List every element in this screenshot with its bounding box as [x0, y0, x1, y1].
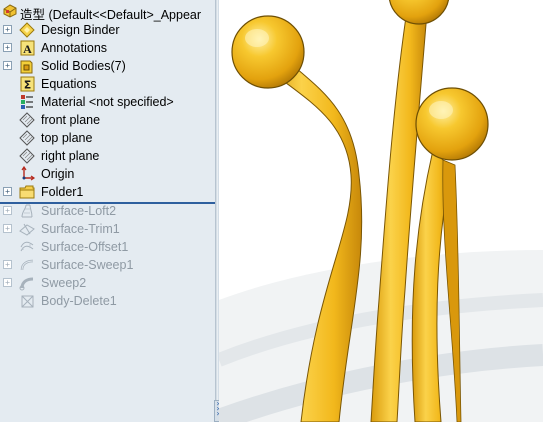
tree-item-sweep2[interactable]: + Sweep2 — [0, 274, 215, 292]
tree-item-surface-trim1[interactable]: + Surface-Trim1 — [0, 220, 215, 238]
annotations-icon: A — [20, 40, 35, 56]
tree-item-surface-sweep1[interactable]: + Surface-Sweep1 — [0, 256, 215, 274]
graphics-viewport[interactable] — [219, 0, 543, 422]
plane-icon — [19, 148, 35, 164]
expand-toggle[interactable]: + — [3, 260, 12, 269]
solid-bodies-icon — [20, 60, 33, 74]
plane-icon — [19, 130, 35, 146]
tree-item-label: Origin — [41, 167, 75, 181]
tree-item-label: Surface-Trim1 — [41, 222, 120, 236]
expand-toggle[interactable]: + — [3, 224, 12, 233]
surface-sweep-icon — [20, 259, 34, 271]
tree-root-part[interactable]: 造型 (Default<<Default>_Appear — [0, 2, 215, 22]
tree-item-label: front plane — [41, 113, 101, 127]
tree-item-label: Design Binder — [41, 23, 120, 37]
tree-item-label: Sweep2 — [41, 276, 87, 290]
tree-item-label: right plane — [41, 149, 100, 163]
tree-item-label: Surface-Offset1 — [41, 240, 129, 254]
tree-item-front-plane[interactable]: front plane — [0, 111, 215, 129]
tree-item-label: Folder1 — [41, 185, 84, 199]
svg-text:A: A — [23, 42, 32, 56]
folder-icon — [19, 185, 35, 199]
tree-item-body-delete1[interactable]: Body-Delete1 — [0, 292, 215, 310]
expand-toggle[interactable]: + — [3, 25, 12, 34]
tree-item-label: Body-Delete1 — [41, 294, 117, 308]
feature-manager-tree: 造型 (Default<<Default>_Appear + Design Bi… — [0, 0, 215, 422]
expand-toggle[interactable]: + — [3, 187, 12, 196]
expand-toggle[interactable]: + — [3, 43, 12, 52]
design-binder-icon — [19, 22, 35, 38]
tree-item-surface-loft2[interactable]: + Surface-Loft2 — [0, 202, 215, 220]
tree-item-label: Equations — [41, 77, 97, 91]
plane-icon — [19, 112, 35, 128]
ball-left — [231, 15, 305, 89]
tree-item-equations[interactable]: Σ Equations — [0, 75, 215, 93]
part-icon — [3, 4, 17, 18]
model-view — [219, 0, 543, 422]
tree-item-surface-offset1[interactable]: Surface-Offset1 — [0, 238, 215, 256]
surface-trim-icon — [19, 223, 35, 236]
surface-loft-icon — [21, 204, 33, 218]
surface-offset-icon — [20, 241, 34, 252]
equations-icon: Σ — [20, 76, 35, 92]
tree-item-label: Solid Bodies(7) — [41, 59, 126, 73]
tree-item-folder1[interactable]: + Folder1 — [0, 183, 215, 201]
material-icon — [21, 95, 33, 109]
expand-toggle[interactable]: + — [3, 61, 12, 70]
tree-item-top-plane[interactable]: top plane — [0, 129, 215, 147]
expand-toggle[interactable]: + — [3, 206, 12, 215]
tree-item-annotations[interactable]: + A Annotations — [0, 39, 215, 57]
tree-item-right-plane[interactable]: right plane — [0, 147, 215, 165]
tree-item-label: Surface-Loft2 — [41, 204, 117, 218]
tree-item-design-binder[interactable]: + Design Binder — [0, 21, 215, 39]
body-delete-icon — [21, 295, 34, 308]
svg-text:Σ: Σ — [24, 79, 32, 92]
tree-item-solid-bodies[interactable]: + Solid Bodies(7) — [0, 57, 215, 75]
expand-toggle[interactable]: + — [3, 278, 12, 287]
tree-item-label: top plane — [41, 131, 93, 145]
tree-item-material[interactable]: Material <not specified> — [0, 93, 215, 111]
ball-top — [389, 0, 449, 25]
tree-item-label: Surface-Sweep1 — [41, 258, 134, 272]
sweep-icon — [19, 277, 34, 291]
ball-right — [415, 87, 489, 161]
origin-icon — [21, 166, 36, 181]
tree-item-label: Annotations — [41, 41, 108, 55]
tree-item-origin[interactable]: Origin — [0, 165, 215, 183]
tree-item-label: Material <not specified> — [41, 95, 174, 109]
